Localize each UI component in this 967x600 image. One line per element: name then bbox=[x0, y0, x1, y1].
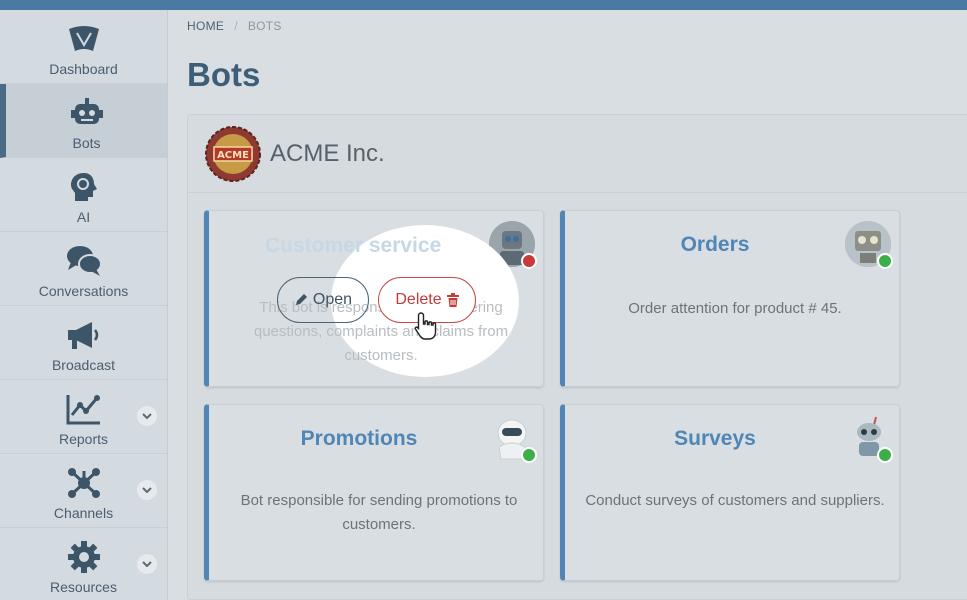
open-button-label: Open bbox=[312, 291, 353, 308]
bot-avatar bbox=[489, 415, 537, 463]
company-name: ACME Inc. bbox=[270, 139, 385, 167]
sidebar-item-label: Bots bbox=[72, 135, 101, 151]
sidebar-item-label: Conversations bbox=[38, 283, 129, 299]
bot-name: Surveys bbox=[674, 427, 756, 450]
bot-description: Conduct surveys of customers and supplie… bbox=[585, 492, 885, 509]
sidebar: Dashboard Bots AI Conversations Broadcas… bbox=[0, 10, 168, 600]
gear-icon bbox=[66, 539, 102, 575]
delete-button-label: Delete bbox=[395, 291, 442, 308]
robot-icon bbox=[69, 95, 105, 131]
sidebar-item-label: Dashboard bbox=[49, 61, 118, 77]
bot-description: Bot responsible for sending promotions t… bbox=[240, 492, 518, 533]
bot-card-surveys[interactable]: Surveys Conduct surveys of customers and… bbox=[560, 404, 900, 581]
company-header: ACME ACME Inc. bbox=[188, 115, 967, 193]
sidebar-item-label: Broadcast bbox=[51, 357, 116, 373]
logo-text: ACME bbox=[217, 150, 249, 161]
dashboard-icon bbox=[66, 21, 102, 57]
sidebar-item-channels[interactable]: Channels bbox=[0, 454, 167, 528]
sidebar-item-dashboard[interactable]: Dashboard bbox=[0, 10, 167, 84]
brain-head-icon bbox=[66, 169, 102, 205]
sidebar-item-label: Reports bbox=[58, 431, 109, 447]
sidebar-item-label: AI bbox=[76, 209, 91, 225]
status-online-indicator bbox=[877, 253, 893, 269]
top-bar bbox=[0, 0, 967, 10]
network-icon bbox=[66, 465, 102, 501]
open-bot-button[interactable]: Open bbox=[277, 277, 369, 323]
bot-name: Promotions bbox=[300, 427, 418, 450]
breadcrumb: HOME / BOTS bbox=[187, 19, 282, 33]
bot-avatar bbox=[845, 415, 893, 463]
acme-logo: ACME bbox=[204, 125, 262, 183]
sidebar-item-bots[interactable]: Bots bbox=[0, 84, 167, 158]
sidebar-item-resources[interactable]: Resources bbox=[0, 528, 167, 600]
status-offline-indicator bbox=[521, 253, 537, 269]
bot-name: Orders bbox=[680, 233, 750, 256]
bot-name: Customer service bbox=[265, 234, 442, 257]
line-chart-icon bbox=[66, 391, 102, 427]
sidebar-item-label: Resources bbox=[50, 579, 117, 595]
page-title: Bots bbox=[187, 56, 261, 93]
megaphone-icon bbox=[66, 317, 102, 353]
chevron-down-icon[interactable] bbox=[137, 554, 157, 574]
sidebar-item-label: Channels bbox=[53, 505, 114, 521]
breadcrumb-home[interactable]: HOME bbox=[187, 19, 224, 33]
hand-pointer-icon bbox=[414, 312, 437, 340]
bot-card-promotions[interactable]: Promotions Bot responsible for sending p… bbox=[204, 404, 544, 581]
sidebar-item-reports[interactable]: Reports bbox=[0, 380, 167, 454]
chat-bubbles-icon bbox=[66, 243, 102, 279]
breadcrumb-separator: / bbox=[234, 19, 238, 33]
pencil-icon bbox=[295, 294, 307, 305]
bot-avatar bbox=[845, 221, 893, 269]
chevron-down-icon[interactable] bbox=[137, 406, 157, 426]
chevron-down-icon[interactable] bbox=[137, 480, 157, 500]
bot-description: Order attention for product # 45. bbox=[628, 300, 842, 317]
sidebar-item-ai[interactable]: AI bbox=[0, 158, 167, 232]
breadcrumb-current: BOTS bbox=[247, 19, 282, 33]
bot-card-orders[interactable]: Orders Order attention for product # 45. bbox=[560, 210, 900, 387]
status-online-indicator bbox=[521, 447, 537, 463]
sidebar-item-conversations[interactable]: Conversations bbox=[0, 232, 167, 306]
status-online-indicator bbox=[877, 447, 893, 463]
sidebar-item-broadcast[interactable]: Broadcast bbox=[0, 306, 167, 380]
trash-icon bbox=[446, 293, 459, 307]
